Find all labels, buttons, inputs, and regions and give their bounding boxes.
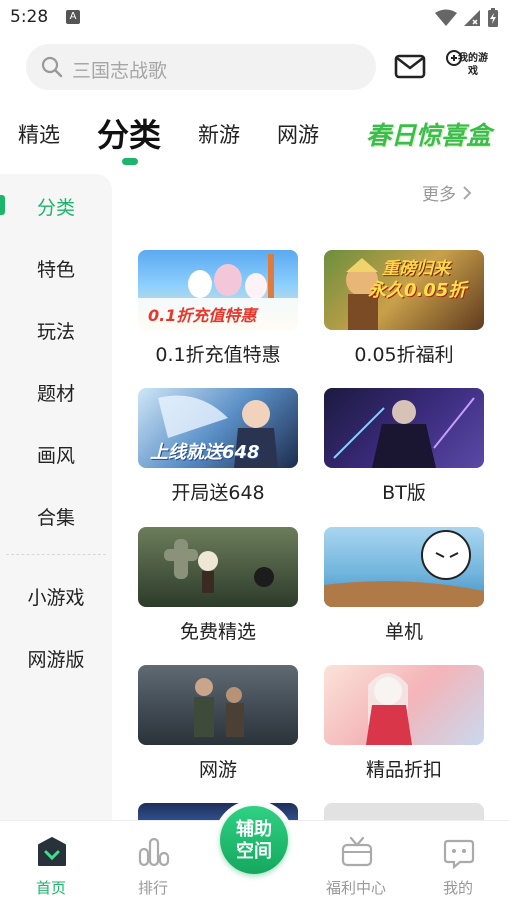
shooter-squad-illustration <box>194 678 244 737</box>
card-label: 免费精选 <box>179 621 256 643</box>
card-image <box>324 665 484 745</box>
spring-banner-text: 春日惊喜盒 <box>366 121 492 150</box>
chevron-right-icon <box>463 185 472 200</box>
sidebar-item-gameplay[interactable]: 玩法 <box>0 317 112 344</box>
card-image-caption: 0.1折充值特惠 <box>148 306 257 325</box>
wifi-icon <box>435 9 457 26</box>
assist-space-button-inner: 辅助 空间 <box>220 806 288 874</box>
category-card[interactable]: 单机 <box>324 527 484 644</box>
sidebar-item-theme[interactable]: 题材 <box>0 379 112 406</box>
card-image <box>324 388 484 468</box>
category-card[interactable]: 0.1折充值特惠 0.1折充值特惠 <box>138 250 298 367</box>
home-icon <box>38 837 66 866</box>
assist-space-label-line2: 空间 <box>236 841 272 862</box>
sidebar-item-art-style[interactable]: 画风 <box>0 441 112 468</box>
more-link[interactable]: 更多 <box>422 180 472 205</box>
card-label: 精品折扣 <box>365 759 442 781</box>
tab-category[interactable]: 分类 <box>97 110 161 156</box>
card-image: 重磅归来 永久0.05折 <box>324 250 484 330</box>
tab-new-games[interactable]: 新游 <box>198 119 240 149</box>
nav-label: 排行 <box>137 879 168 897</box>
card-image: 0.1折充值特惠 <box>138 250 298 330</box>
card-label: 0.1折充值特惠 <box>155 344 281 366</box>
notification-icon: A <box>66 10 80 24</box>
nav-item-welfare-center[interactable]: 福利中心 <box>311 821 401 904</box>
assist-space-label: 辅助 空间 <box>220 819 288 863</box>
category-card[interactable]: 上线就送648 开局送648 <box>138 388 298 505</box>
profile-icon <box>443 839 475 869</box>
nav-item-rank[interactable]: 排行 <box>108 821 198 904</box>
card-label: 单机 <box>384 621 423 643</box>
assist-space-button[interactable]: 辅助 空间 <box>214 800 294 880</box>
cartoon-boat-illustration <box>324 530 484 607</box>
sidebar-item-category[interactable]: 分类 <box>0 193 112 220</box>
gift-tv-icon <box>341 836 373 867</box>
card-label: 0.05折福利 <box>354 344 454 366</box>
card-label: 网游 <box>198 759 237 781</box>
nav-item-profile[interactable]: 我的 <box>413 821 503 904</box>
tab-active-indicator <box>122 158 138 165</box>
nav-item-home[interactable]: 首页 <box>6 821 96 904</box>
category-card[interactable]: 重磅归来 永久0.05折 0.05折福利 <box>324 250 484 367</box>
status-time: 5:28 <box>10 7 49 27</box>
category-card[interactable]: 精品折扣 <box>324 665 484 782</box>
my-games-button[interactable]: 我的游戏 <box>444 46 490 86</box>
category-card[interactable]: 网游 <box>138 665 298 782</box>
nav-label: 首页 <box>35 879 66 897</box>
signal-icon <box>464 10 480 26</box>
search-icon <box>41 56 63 78</box>
sidebar-item-collection[interactable]: 合集 <box>0 503 112 530</box>
my-games-label: 我的游戏 <box>458 53 488 77</box>
dark-knight-illustration <box>333 397 475 468</box>
battery-icon <box>488 8 498 27</box>
category-card[interactable]: BT版 <box>324 388 484 505</box>
search-bar[interactable]: 三国志战歌 <box>26 44 376 90</box>
mail-icon[interactable] <box>394 53 426 81</box>
card-label: 开局送648 <box>171 482 265 504</box>
sidebar-item-online-version[interactable]: 网游版 <box>0 645 112 672</box>
category-card[interactable]: 免费精选 <box>138 527 298 644</box>
rank-icon <box>138 837 170 867</box>
card-image-caption: 上线就送648 <box>150 442 260 463</box>
search-placeholder: 三国志战歌 <box>72 60 168 82</box>
card-image-caption-bottom: 永久0.05折 <box>368 280 467 301</box>
assist-space-label-line1: 辅助 <box>236 819 272 840</box>
sidebar-divider <box>6 554 106 555</box>
tab-online-games[interactable]: 网游 <box>277 119 319 149</box>
sidebar-item-mini-games[interactable]: 小游戏 <box>0 583 112 610</box>
nav-label: 我的 <box>442 879 473 897</box>
card-image <box>138 527 298 607</box>
anime-girl-illustration <box>366 673 412 745</box>
card-image-partial <box>324 803 484 820</box>
status-bar: 5:28 A <box>0 0 509 36</box>
spring-surprise-banner[interactable]: 春日惊喜盒 <box>360 108 509 158</box>
card-image <box>324 527 484 607</box>
card-image: 上线就送648 <box>138 388 298 468</box>
card-label: BT版 <box>382 482 426 504</box>
nav-label: 福利中心 <box>325 879 386 897</box>
more-label: 更多 <box>422 185 456 205</box>
survival-game-illustration <box>164 539 274 593</box>
sidebar-item-feature[interactable]: 特色 <box>0 255 112 282</box>
card-image <box>138 665 298 745</box>
status-indicators <box>435 8 499 28</box>
tab-featured[interactable]: 精选 <box>18 119 60 149</box>
